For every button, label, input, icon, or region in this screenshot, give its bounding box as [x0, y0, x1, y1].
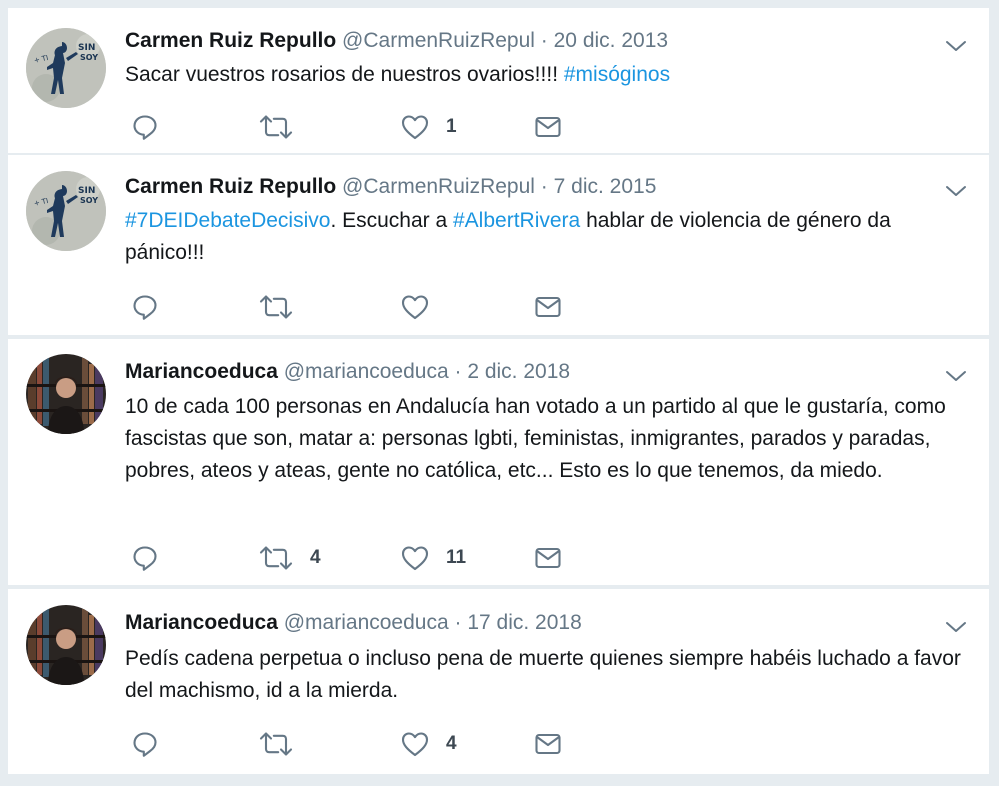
avatar[interactable]	[26, 171, 106, 251]
tweet-username[interactable]: @CarmenRuizRepul	[342, 175, 535, 198]
tweet-text: Sacar vuestros rosarios de nuestros ovar…	[125, 59, 965, 91]
tweet-username[interactable]: @mariancoeduca	[284, 360, 449, 383]
tweet-separator: ·	[540, 29, 548, 52]
tweet-card[interactable]: Mariancoeduca @mariancoeduca · 17 dic. 2…	[8, 589, 989, 774]
tweet-text-plain: Sacar vuestros rosarios de nuestros ovar…	[125, 63, 564, 86]
tweet-fullname[interactable]: Mariancoeduca	[125, 611, 278, 634]
like-button[interactable]	[400, 292, 430, 322]
avatar[interactable]	[26, 605, 106, 685]
direct-message-icon	[533, 292, 563, 322]
tweet-timestamp[interactable]: 7 dic. 2015	[554, 175, 657, 198]
like-count: 4	[446, 733, 457, 754]
direct-message-button[interactable]	[533, 292, 563, 322]
direct-message-button[interactable]	[533, 543, 563, 573]
tweet-actions: 4	[130, 729, 650, 759]
reply-icon	[130, 292, 160, 322]
chevron-down-icon[interactable]	[945, 369, 967, 383]
like-button[interactable]: 4	[400, 729, 457, 759]
like-button[interactable]: 1	[400, 112, 457, 142]
tweet-card[interactable]: Carmen Ruiz Repullo @CarmenRuizRepul · 2…	[8, 8, 989, 153]
library-portrait-avatar-image	[26, 354, 106, 434]
reply-button[interactable]	[130, 112, 160, 142]
tweet-card[interactable]: Mariancoeduca @mariancoeduca · 2 dic. 20…	[8, 339, 989, 585]
tweet-header: Mariancoeduca @mariancoeduca · 17 dic. 2…	[125, 610, 929, 636]
tweet-separator: ·	[540, 175, 548, 198]
tweet-actions	[130, 292, 650, 322]
reply-icon	[130, 729, 160, 759]
tweet-text: Pedís cadena perpetua o incluso pena de …	[125, 647, 961, 702]
heart-icon	[400, 543, 430, 573]
hashtag-link[interactable]: #misóginos	[564, 63, 670, 86]
tweet-header: Carmen Ruiz Repullo @CarmenRuizRepul · 7…	[125, 174, 929, 200]
like-count: 11	[446, 547, 467, 568]
retweet-count: 4	[310, 547, 321, 568]
reply-button[interactable]	[130, 292, 160, 322]
retweet-icon	[258, 292, 294, 322]
heart-icon	[400, 112, 430, 142]
direct-message-button[interactable]	[533, 729, 563, 759]
retweet-icon	[258, 112, 294, 142]
graffiti-avatar-image	[26, 171, 106, 251]
tweet-separator: ·	[454, 611, 462, 634]
heart-icon	[400, 729, 430, 759]
retweet-icon	[258, 543, 294, 573]
hashtag-link[interactable]: #AlbertRivera	[453, 209, 580, 232]
retweet-button[interactable]: 4	[258, 543, 321, 573]
tweet-actions: 1	[130, 112, 650, 142]
heart-icon	[400, 292, 430, 322]
chevron-down-icon[interactable]	[945, 184, 967, 198]
tweet-timestamp[interactable]: 2 dic. 2018	[467, 360, 570, 383]
tweet-fullname[interactable]: Carmen Ruiz Repullo	[125, 175, 336, 198]
tweet-username[interactable]: @CarmenRuizRepul	[342, 29, 535, 52]
chevron-down-icon[interactable]	[945, 39, 967, 53]
avatar[interactable]	[26, 354, 106, 434]
like-count: 1	[446, 116, 457, 137]
reply-button[interactable]	[130, 729, 160, 759]
reply-icon	[130, 543, 160, 573]
chevron-down-icon[interactable]	[945, 620, 967, 634]
retweet-icon	[258, 729, 294, 759]
avatar[interactable]	[26, 28, 106, 108]
tweet-timestamp[interactable]: 17 dic. 2018	[467, 611, 581, 634]
direct-message-button[interactable]	[533, 112, 563, 142]
graffiti-avatar-image	[26, 28, 106, 108]
direct-message-icon	[533, 729, 563, 759]
tweet-timestamp[interactable]: 20 dic. 2013	[554, 29, 668, 52]
direct-message-icon	[533, 543, 563, 573]
direct-message-icon	[533, 112, 563, 142]
tweet-header: Mariancoeduca @mariancoeduca · 2 dic. 20…	[125, 359, 929, 385]
tweet-text-mid: . Escuchar a	[330, 209, 453, 232]
retweet-button[interactable]	[258, 292, 294, 322]
tweet-header: Carmen Ruiz Repullo @CarmenRuizRepul · 2…	[125, 28, 929, 54]
tweet-text: 10 de cada 100 personas en Andalucía han…	[125, 395, 946, 482]
reply-icon	[130, 112, 160, 142]
tweet-card[interactable]: Carmen Ruiz Repullo @CarmenRuizRepul · 7…	[8, 155, 989, 335]
hashtag-link[interactable]: #7DEIDebateDecisivo	[125, 209, 330, 232]
tweet-actions: 4 11	[130, 543, 650, 573]
retweet-button[interactable]	[258, 729, 294, 759]
library-portrait-avatar-image	[26, 605, 106, 685]
like-button[interactable]: 11	[400, 543, 466, 573]
retweet-button[interactable]	[258, 112, 294, 142]
tweet-text: #7DEIDebateDecisivo. Escuchar a #AlbertR…	[125, 205, 965, 269]
tweet-fullname[interactable]: Mariancoeduca	[125, 360, 278, 383]
reply-button[interactable]	[130, 543, 160, 573]
tweet-separator: ·	[454, 360, 462, 383]
tweet-username[interactable]: @mariancoeduca	[284, 611, 449, 634]
tweet-fullname[interactable]: Carmen Ruiz Repullo	[125, 29, 336, 52]
